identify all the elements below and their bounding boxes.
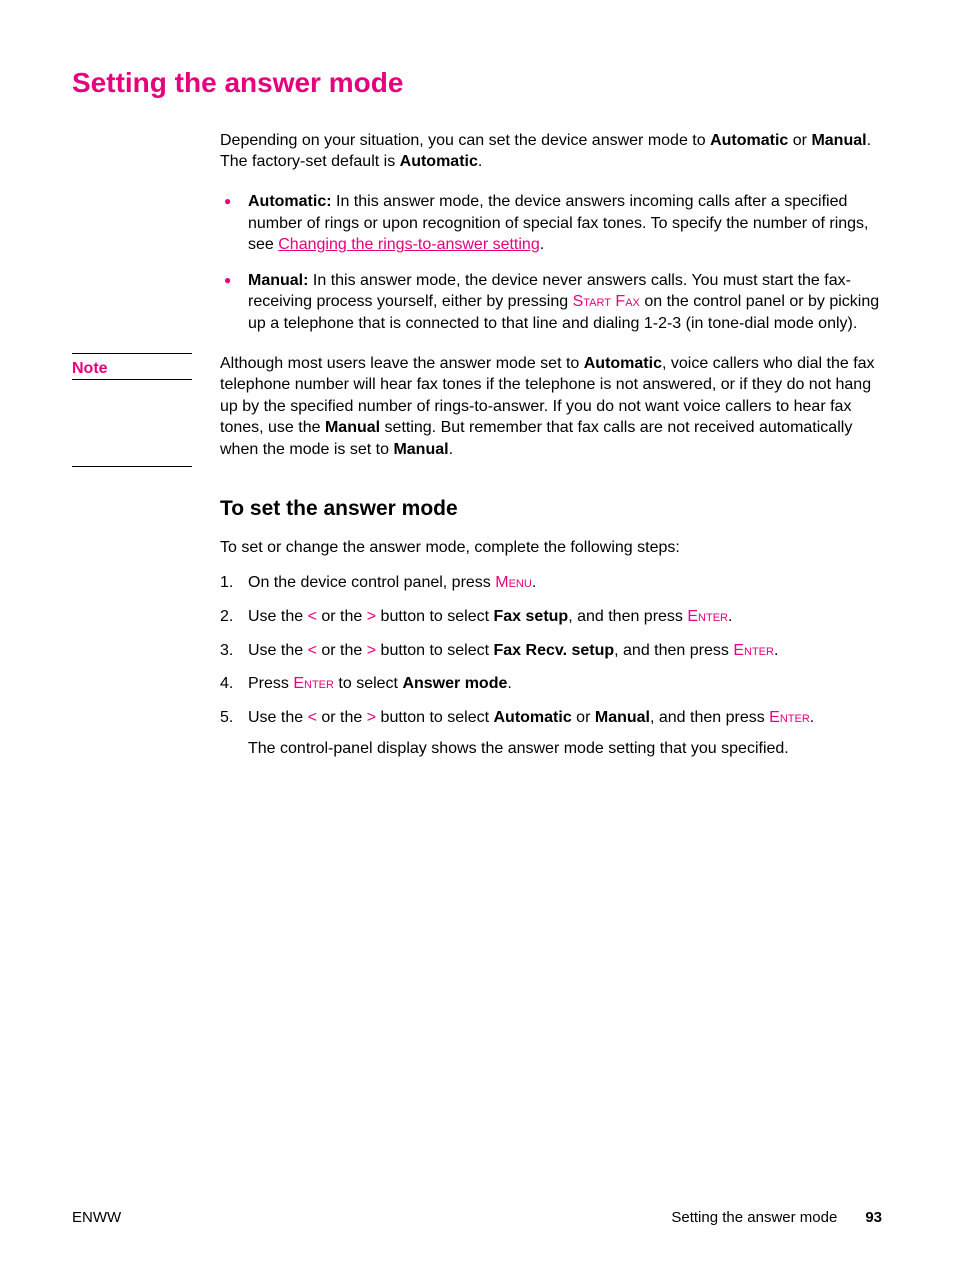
bold-text: Automatic — [400, 153, 478, 170]
list-item: Use the < or the > button to select Auto… — [220, 707, 882, 760]
text: . — [532, 574, 536, 591]
steps-list: On the device control panel, press Menu.… — [220, 572, 882, 760]
enter-key: Enter — [687, 608, 728, 625]
bold-text: Manual — [325, 419, 380, 436]
gt-key: > — [367, 709, 376, 726]
enter-key: Enter — [769, 709, 810, 726]
enter-key: Enter — [293, 675, 334, 692]
text: or the — [317, 608, 367, 625]
text: Depending on your situation, you can set… — [220, 132, 710, 149]
bold-text: Automatic — [584, 355, 662, 372]
bold-text: Fax Recv. setup — [494, 642, 615, 659]
lt-key: < — [308, 709, 317, 726]
text: . — [507, 675, 511, 692]
list-item: Press Enter to select Answer mode. — [220, 673, 882, 695]
text: button to select — [376, 709, 493, 726]
footer-section-title: Setting the answer mode — [671, 1208, 837, 1228]
text: . — [540, 236, 544, 253]
footer-left: ENWW — [72, 1208, 121, 1228]
bullet-label: Manual: — [248, 272, 308, 289]
text: , and then press — [614, 642, 733, 659]
start-fax-key: Start Fax — [573, 293, 640, 310]
bold-text: Manual — [393, 441, 448, 458]
list-item: On the device control panel, press Menu. — [220, 572, 882, 594]
text: . — [810, 709, 814, 726]
text: . — [478, 153, 482, 170]
menu-key: Menu — [495, 574, 532, 591]
enter-key: Enter — [733, 642, 774, 659]
footer-right: Setting the answer mode 93 — [671, 1208, 882, 1228]
rings-to-answer-link[interactable]: Changing the rings-to-answer setting — [278, 236, 539, 253]
text: On the device control panel, press — [248, 574, 495, 591]
text: Although most users leave the answer mod… — [220, 355, 584, 372]
step-followup: The control-panel display shows the answ… — [248, 738, 882, 760]
bold-text: Manual — [811, 132, 866, 149]
page-number: 93 — [865, 1208, 882, 1228]
bold-text: Manual — [595, 709, 650, 726]
bold-text: Automatic — [494, 709, 572, 726]
page-footer: ENWW Setting the answer mode 93 — [72, 1208, 882, 1228]
text: Press — [248, 675, 293, 692]
bold-text: Answer mode — [402, 675, 507, 692]
text: . — [449, 441, 453, 458]
text: or — [572, 709, 595, 726]
bold-text: Automatic — [710, 132, 788, 149]
note-text: Although most users leave the answer mod… — [220, 353, 882, 461]
text: . — [867, 132, 871, 149]
text: Use the — [248, 709, 308, 726]
text: or — [788, 132, 811, 149]
list-item: Use the < or the > button to select Fax … — [220, 640, 882, 662]
gt-key: > — [367, 608, 376, 625]
text: . — [728, 608, 732, 625]
note-label: Note — [72, 353, 192, 380]
note-rule — [72, 466, 192, 467]
gt-key: > — [367, 642, 376, 659]
text: to select — [334, 675, 402, 692]
text: or the — [317, 642, 367, 659]
page-title: Setting the answer mode — [72, 64, 882, 102]
subsection-intro: To set or change the answer mode, comple… — [220, 537, 882, 559]
content-column: Depending on your situation, you can set… — [220, 130, 882, 760]
text: Use the — [248, 642, 308, 659]
text: . — [774, 642, 778, 659]
text: , and then press — [568, 608, 687, 625]
text: button to select — [376, 642, 493, 659]
text: Use the — [248, 608, 308, 625]
text: The factory-set default is — [220, 153, 400, 170]
bullet-list: Automatic: In this answer mode, the devi… — [220, 191, 882, 335]
bold-text: Fax setup — [494, 608, 569, 625]
intro-paragraph: Depending on your situation, you can set… — [220, 130, 882, 173]
subsection-heading: To set the answer mode — [220, 495, 882, 523]
list-item: Automatic: In this answer mode, the devi… — [220, 191, 882, 256]
text: , and then press — [650, 709, 769, 726]
bullet-label: Automatic: — [248, 193, 332, 210]
lt-key: < — [308, 608, 317, 625]
text: or the — [317, 709, 367, 726]
list-item: Manual: In this answer mode, the device … — [220, 270, 882, 335]
lt-key: < — [308, 642, 317, 659]
text: button to select — [376, 608, 493, 625]
list-item: Use the < or the > button to select Fax … — [220, 606, 882, 628]
note-block: Note Although most users leave the answe… — [220, 353, 882, 461]
